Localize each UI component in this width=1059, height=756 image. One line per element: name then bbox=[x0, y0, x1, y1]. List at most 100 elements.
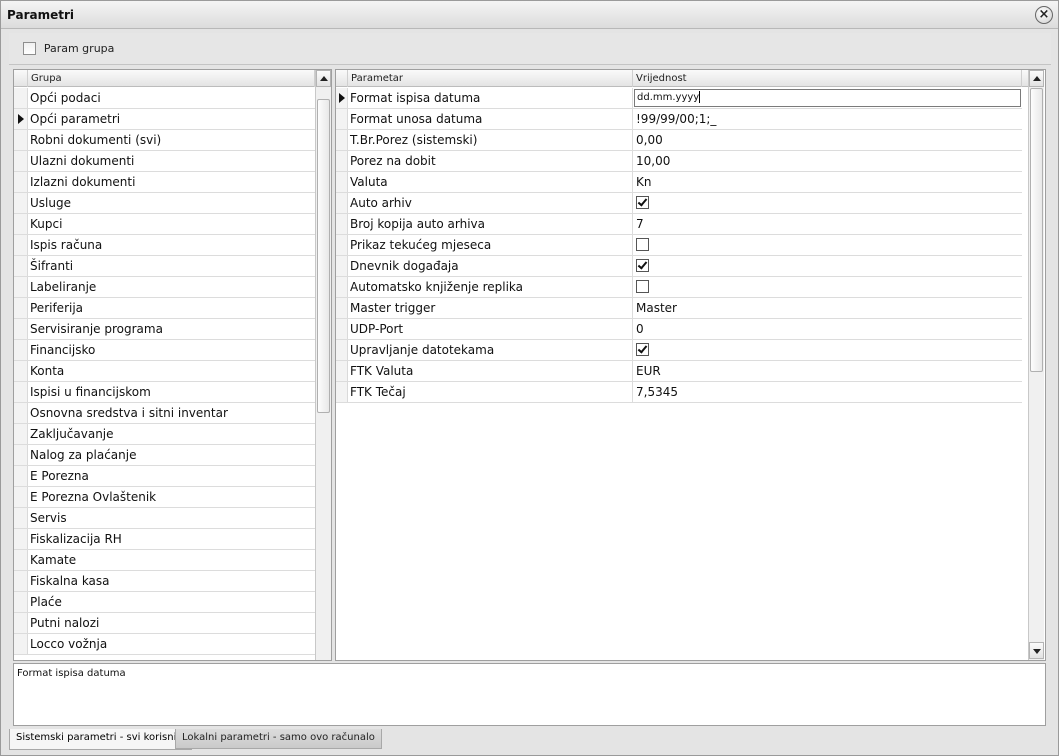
parameter-scroll-up-button[interactable] bbox=[1029, 70, 1044, 87]
group-name: E Porezna Ovlaštenik bbox=[30, 490, 157, 504]
row-indicator bbox=[14, 613, 28, 633]
parameter-row[interactable]: Format ispisa datuma dd.mm.yyyy bbox=[336, 88, 1022, 109]
group-row[interactable]: Periferija bbox=[14, 298, 315, 319]
parameter-value[interactable]: 7 bbox=[634, 214, 1022, 234]
check-icon bbox=[637, 196, 648, 207]
param-grupa-label: Param grupa bbox=[43, 42, 115, 55]
row-indicator bbox=[14, 592, 28, 612]
group-name: Izlazni dokumenti bbox=[30, 175, 136, 189]
parameter-name: FTK Tečaj bbox=[348, 382, 633, 402]
parameter-value[interactable]: 10,00 bbox=[634, 151, 1022, 171]
row-indicator bbox=[336, 340, 348, 360]
parameter-value-checkbox[interactable] bbox=[636, 343, 649, 356]
group-name: Robni dokumenti (svi) bbox=[30, 133, 162, 147]
group-row[interactable]: Ispisi u financijskom bbox=[14, 382, 315, 403]
group-row[interactable]: Kamate bbox=[14, 550, 315, 571]
group-name: Servisiranje programa bbox=[30, 322, 163, 336]
parameter-row[interactable]: Prikaz tekućeg mjeseca bbox=[336, 235, 1022, 256]
parameter-value[interactable]: EUR bbox=[634, 361, 1022, 381]
parameter-row[interactable]: T.Br.Porez (sistemski) 0,00 bbox=[336, 130, 1022, 151]
group-row[interactable]: Fiskalizacija RH bbox=[14, 529, 315, 550]
group-row[interactable]: Robni dokumenti (svi) bbox=[14, 130, 315, 151]
group-name: Usluge bbox=[30, 196, 71, 210]
parameter-row[interactable]: FTK Valuta EUR bbox=[336, 361, 1022, 382]
parameter-row[interactable]: Broj kopija auto arhiva 7 bbox=[336, 214, 1022, 235]
row-indicator bbox=[336, 172, 348, 192]
parameter-value[interactable]: 0 bbox=[634, 319, 1022, 339]
tab-lokalni-parametri[interactable]: Lokalni parametri - samo ovo računalo bbox=[175, 729, 382, 749]
group-row[interactable]: E Porezna bbox=[14, 466, 315, 487]
tab-sistemski-parametri[interactable]: Sistemski parametri - svi korisnici bbox=[9, 729, 192, 750]
close-button[interactable]: × bbox=[1035, 6, 1053, 24]
row-indicator bbox=[14, 445, 28, 465]
parameter-description: Format ispisa datuma bbox=[13, 663, 1046, 726]
parameter-scroll-thumb[interactable] bbox=[1030, 88, 1043, 372]
parameter-scroll-down-button[interactable] bbox=[1029, 642, 1044, 659]
parameter-row[interactable]: Auto arhiv bbox=[336, 193, 1022, 214]
parameter-row[interactable]: Upravljanje datotekama bbox=[336, 340, 1022, 361]
group-row[interactable]: Fiskalna kasa bbox=[14, 571, 315, 592]
parameter-value[interactable]: Kn bbox=[634, 172, 1022, 192]
group-name: Ispisi u financijskom bbox=[30, 385, 151, 399]
group-row[interactable]: Financijsko bbox=[14, 340, 315, 361]
group-row[interactable]: Opći podaci bbox=[14, 88, 315, 109]
row-indicator bbox=[336, 382, 348, 402]
group-scroll-thumb[interactable] bbox=[317, 99, 330, 413]
parameter-row[interactable]: UDP-Port 0 bbox=[336, 319, 1022, 340]
group-row[interactable]: Servisiranje programa bbox=[14, 319, 315, 340]
parameter-value-checkbox[interactable] bbox=[636, 280, 649, 293]
parameter-value-checkbox[interactable] bbox=[636, 259, 649, 272]
group-row[interactable]: Šifranti bbox=[14, 256, 315, 277]
parameter-row[interactable]: Dnevnik događaja bbox=[336, 256, 1022, 277]
parameter-value-checkbox[interactable] bbox=[636, 196, 649, 209]
group-grid: Grupa Opći podaci Opći parametri Robni dok… bbox=[13, 69, 332, 661]
parameter-value-cell bbox=[634, 235, 1022, 255]
group-row[interactable]: Ulazni dokumenti bbox=[14, 151, 315, 172]
group-name: Fiskalizacija RH bbox=[30, 532, 122, 546]
parameter-value-cell bbox=[634, 277, 1022, 297]
group-row[interactable]: Plaće bbox=[14, 592, 315, 613]
group-row[interactable]: Nalog za plaćanje bbox=[14, 445, 315, 466]
param-grupa-toggle[interactable]: Param grupa bbox=[23, 41, 114, 57]
parameter-value[interactable]: Master bbox=[634, 298, 1022, 318]
value-column-header[interactable]: Vrijednost bbox=[633, 70, 1022, 87]
group-row[interactable]: Locco vožnja bbox=[14, 634, 315, 655]
toolbar: Param grupa bbox=[9, 33, 1051, 65]
group-row[interactable]: Opći parametri bbox=[14, 109, 315, 130]
parameter-column-header[interactable]: Parametar bbox=[348, 70, 633, 87]
parameter-row[interactable]: FTK Tečaj 7,5345 bbox=[336, 382, 1022, 403]
parameter-name: Format unosa datuma bbox=[348, 109, 633, 129]
group-row[interactable]: E Porezna Ovlaštenik bbox=[14, 487, 315, 508]
parameter-row[interactable]: Format unosa datuma !99/99/00;1;_ bbox=[336, 109, 1022, 130]
group-row[interactable]: Osnovna sredstva i sitni inventar bbox=[14, 403, 315, 424]
group-scroll-up-button[interactable] bbox=[316, 70, 331, 87]
group-scrollbar[interactable] bbox=[315, 70, 331, 660]
parameter-row[interactable]: Valuta Kn bbox=[336, 172, 1022, 193]
group-row[interactable]: Servis bbox=[14, 508, 315, 529]
param-grupa-checkbox[interactable] bbox=[23, 42, 36, 55]
scroll-up-icon bbox=[1033, 76, 1041, 81]
parameter-row[interactable]: Master trigger Master bbox=[336, 298, 1022, 319]
parameter-value[interactable]: 0,00 bbox=[634, 130, 1022, 150]
group-name: Servis bbox=[30, 511, 67, 525]
parameter-name: Upravljanje datotekama bbox=[348, 340, 633, 360]
parameter-scrollbar[interactable] bbox=[1028, 70, 1044, 660]
parameter-row[interactable]: Automatsko knjiženje replika bbox=[336, 277, 1022, 298]
indicator-header-cell bbox=[336, 70, 348, 87]
group-row[interactable]: Zaključavanje bbox=[14, 424, 315, 445]
parameter-value-input[interactable]: dd.mm.yyyy bbox=[634, 89, 1021, 107]
parameter-row[interactable]: Porez na dobit 10,00 bbox=[336, 151, 1022, 172]
group-row[interactable]: Konta bbox=[14, 361, 315, 382]
group-row[interactable]: Usluge bbox=[14, 193, 315, 214]
parameter-name: T.Br.Porez (sistemski) bbox=[348, 130, 633, 150]
group-row[interactable]: Ispis računa bbox=[14, 235, 315, 256]
group-row[interactable]: Kupci bbox=[14, 214, 315, 235]
parameter-value[interactable]: !99/99/00;1;_ bbox=[634, 109, 1022, 129]
parameter-value-checkbox[interactable] bbox=[636, 238, 649, 251]
group-row[interactable]: Labeliranje bbox=[14, 277, 315, 298]
parameter-value[interactable]: 7,5345 bbox=[634, 382, 1022, 402]
group-column-header[interactable]: Grupa bbox=[28, 70, 315, 87]
parameter-name: Automatsko knjiženje replika bbox=[348, 277, 633, 297]
group-row[interactable]: Putni nalozi bbox=[14, 613, 315, 634]
group-row[interactable]: Izlazni dokumenti bbox=[14, 172, 315, 193]
